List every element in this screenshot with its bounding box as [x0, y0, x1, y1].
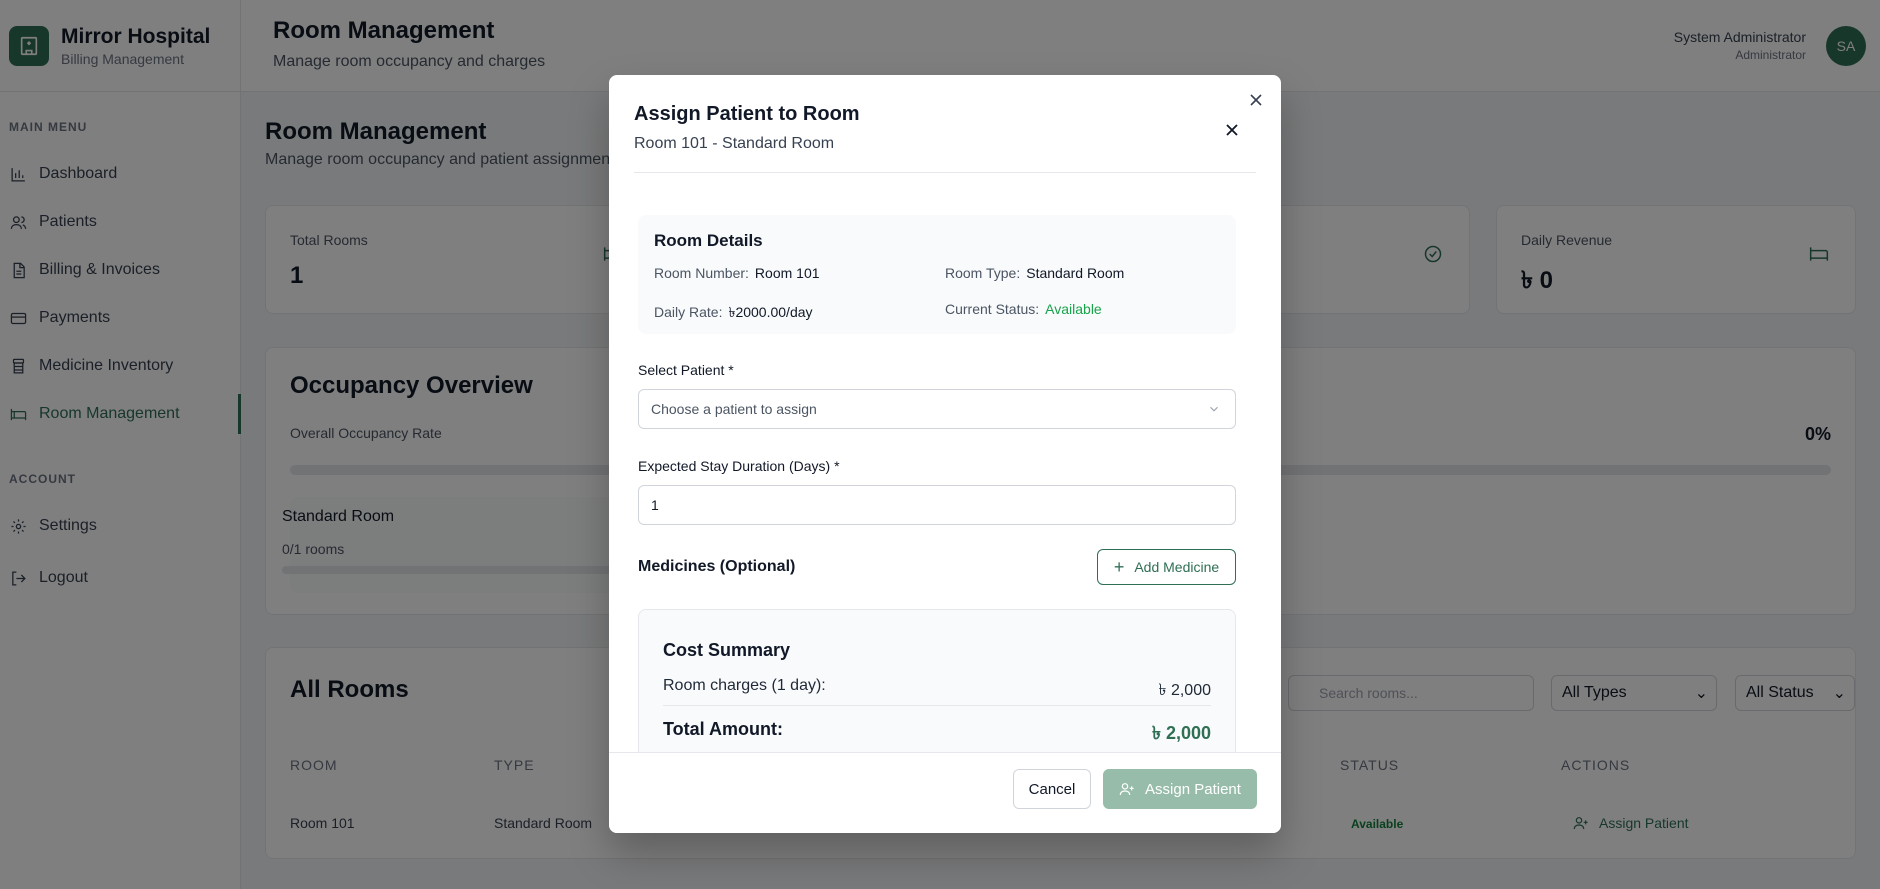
room-details-panel: Room Details Room Number: Room 101 Room T… [638, 215, 1236, 334]
chevron-down-icon [1207, 402, 1221, 419]
room-type-value: Standard Room [1026, 265, 1125, 281]
room-charges-label: Room charges (1 day): [663, 677, 826, 694]
room-charges-value: ৳ 2,000 [1158, 682, 1211, 699]
assign-patient-label: Assign Patient [1145, 780, 1241, 798]
user-plus-icon [1119, 781, 1135, 797]
patient-select-placeholder: Choose a patient to assign [651, 401, 817, 417]
modal-footer: Cancel Assign Patient [609, 752, 1281, 833]
assign-patient-modal: Assign Patient to Room Room 101 - Standa… [609, 75, 1281, 833]
room-number-value: Room 101 [754, 265, 820, 281]
room-number-label: Room Number: [654, 265, 749, 281]
total-amount-label: Total Amount: [663, 719, 783, 739]
cost-summary-heading: Cost Summary [663, 640, 791, 660]
select-patient-label: Select Patient * [638, 362, 734, 378]
divider [663, 705, 1211, 706]
status-value: Available [1045, 301, 1102, 317]
daily-rate-row: Daily Rate: ৳2000.00/day [654, 301, 813, 325]
daily-rate-label: Daily Rate: [654, 304, 723, 320]
room-type-label: Room Type: [945, 265, 1021, 281]
total-amount-value: ৳ 2,000 [1151, 723, 1211, 743]
modal-subtitle: Room 101 - Standard Room [634, 135, 835, 152]
close-icon[interactable] [1223, 121, 1241, 139]
assign-patient-button[interactable]: Assign Patient [1103, 769, 1257, 809]
room-type-row: Room Type: Standard Room [945, 265, 1124, 281]
status-label: Current Status: [945, 301, 1040, 317]
modal-title: Assign Patient to Room [634, 103, 860, 125]
divider [634, 172, 1256, 173]
status-row: Current Status: Available [945, 301, 1102, 317]
add-medicine-button[interactable]: + Add Medicine [1097, 549, 1236, 585]
medicines-heading: Medicines (Optional) [638, 558, 796, 575]
cost-summary-panel: Cost Summary Room charges (1 day): ৳ 2,0… [638, 609, 1236, 769]
cancel-button[interactable]: Cancel [1013, 769, 1091, 809]
daily-rate-value: ৳2000.00/day [728, 304, 813, 320]
add-medicine-label: Add Medicine [1134, 559, 1220, 575]
close-icon[interactable] [1247, 91, 1265, 109]
room-number-row: Room Number: Room 101 [654, 265, 820, 281]
patient-select[interactable]: Choose a patient to assign [638, 389, 1236, 429]
plus-icon: + [1113, 557, 1125, 577]
duration-label: Expected Stay Duration (Days) * [638, 458, 840, 474]
duration-input[interactable]: 1 [638, 485, 1236, 525]
room-details-heading: Room Details [654, 231, 763, 250]
